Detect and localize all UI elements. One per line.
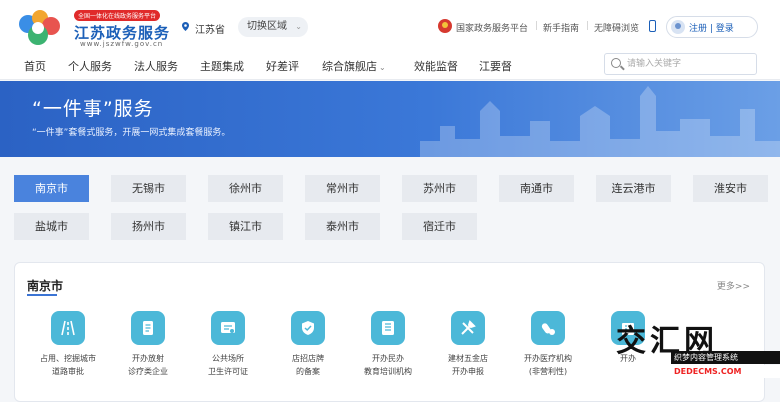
location-pin-icon — [182, 22, 189, 31]
search-box[interactable] — [604, 53, 757, 75]
mobile-icon[interactable] — [649, 20, 656, 32]
service-item-medical-institution[interactable]: 开办医疗机构 (非营利性) — [513, 352, 583, 378]
nav-legal-service[interactable]: 法人服务 — [134, 58, 178, 74]
watermark-strip: 织梦内容管理系统 — [671, 351, 780, 364]
switch-region-button[interactable]: 切换区域 ⌄ — [238, 17, 308, 37]
service-item-education[interactable]: 开办民办 教育培训机构 — [353, 352, 423, 378]
logo-url: www.jszwfw.gov.cn — [80, 40, 164, 48]
service-label-line1: 建材五金店 — [448, 354, 488, 363]
service-label-line2: 的备案 — [296, 367, 320, 376]
service-item-hygiene-permit[interactable]: 公共场所 卫生许可证 — [193, 352, 263, 378]
city-tab-yangzhou[interactable]: 扬州市 — [111, 213, 186, 240]
top-header: 全国一体化在线政务服务平台 江苏政务服务 www.jszwfw.gov.cn 江… — [0, 0, 780, 52]
service-label-line1: 公共场所 — [212, 354, 244, 363]
service-label-line1: 开办医疗机构 — [524, 354, 572, 363]
service-item-hardware-store[interactable]: 建材五金店 开办申报 — [433, 352, 503, 378]
user-avatar-icon — [671, 20, 685, 34]
service-label-line1: 开办放射 — [132, 354, 164, 363]
nav-flagship-store[interactable]: 综合旗舰店 ⌄ — [322, 58, 386, 74]
city-tab-changzhou[interactable]: 常州市 — [305, 175, 380, 202]
service-item-signboard[interactable]: 店招店牌 的备案 — [273, 352, 343, 378]
city-tab-xuzhou[interactable]: 徐州市 — [208, 175, 283, 202]
city-tab-wuxi[interactable]: 无锡市 — [111, 175, 186, 202]
divider: | — [535, 21, 539, 31]
service-label-line2: 诊疗类企业 — [128, 367, 168, 376]
city-tab-lianyungang[interactable]: 连云港市 — [596, 175, 671, 202]
services-panel-title: 南京市 — [27, 279, 64, 293]
service-label-line2: 开办申报 — [452, 367, 484, 376]
service-label-line2: 卫生许可证 — [208, 367, 248, 376]
banner-subtitle: “一件事”套餐式服务，开展一网式集成套餐服务。 — [32, 128, 231, 138]
title-underline — [27, 294, 57, 296]
watermark-url: DEDECMS.COM — [671, 365, 780, 378]
city-tab-yancheng[interactable]: 盐城市 — [14, 213, 89, 240]
beginner-guide-link[interactable]: 新手指南 — [543, 21, 579, 34]
nav-flagship-store-label: 综合旗舰店 — [322, 60, 377, 73]
nav-efficiency-supervision[interactable]: 效能监督 — [414, 58, 458, 74]
city-tab-suzhou[interactable]: 苏州市 — [402, 175, 477, 202]
service-label-line1: 占用、挖掘城市 — [40, 354, 96, 363]
medicine-icon[interactable] — [531, 311, 565, 345]
national-platform-link[interactable]: 国家政务服务平台 — [456, 21, 528, 34]
accessibility-link[interactable]: 无障碍浏览 — [594, 21, 639, 34]
nav-theme-integration[interactable]: 主题集成 — [200, 58, 244, 74]
more-link[interactable]: 更多>> — [717, 279, 750, 292]
service-label-line2: 道路审批 — [52, 367, 84, 376]
book-icon[interactable] — [371, 311, 405, 345]
chevron-down-icon: ⌄ — [295, 22, 302, 31]
nav-evaluation[interactable]: 好差评 — [266, 58, 299, 74]
city-tab-nanjing[interactable]: 南京市 — [14, 175, 89, 202]
switch-region-label: 切换区域 — [247, 21, 287, 32]
road-icon[interactable] — [51, 311, 85, 345]
tools-icon[interactable] — [451, 311, 485, 345]
hero-banner: “一件事”服务 “一件事”套餐式服务，开展一网式集成套餐服务。 — [0, 81, 780, 157]
service-label-line2: (非营利性) — [528, 367, 568, 376]
nav-personal-service[interactable]: 个人服务 — [68, 58, 112, 74]
city-tab-suqian[interactable]: 宿迁市 — [402, 213, 477, 240]
service-label-line1: 店招店牌 — [292, 354, 324, 363]
document-icon[interactable] — [131, 311, 165, 345]
current-location: 江苏省 — [195, 25, 225, 36]
skyline-decoration-icon — [420, 86, 780, 157]
search-input[interactable] — [627, 56, 751, 72]
nav-home[interactable]: 首页 — [24, 58, 46, 74]
divider: | — [586, 21, 590, 31]
service-item-road[interactable]: 占用、挖掘城市 道路审批 — [33, 352, 103, 378]
logo-badge: 全国一体化在线政务服务平台 — [74, 10, 161, 21]
chevron-down-icon: ⌄ — [379, 63, 386, 72]
service-item-radiology[interactable]: 开办放射 诊疗类企业 — [113, 352, 183, 378]
search-icon[interactable] — [611, 58, 621, 68]
city-tab-taizhou[interactable]: 泰州市 — [305, 213, 380, 240]
shield-icon[interactable] — [291, 311, 325, 345]
service-label-line2: 教育培训机构 — [364, 367, 412, 376]
certificate-icon[interactable] — [211, 311, 245, 345]
national-emblem-icon — [438, 19, 452, 33]
service-label-line1: 开办民办 — [372, 354, 404, 363]
banner-title: “一件事”服务 — [32, 98, 154, 120]
city-tab-nantong[interactable]: 南通市 — [499, 175, 574, 202]
logo-icon[interactable] — [14, 8, 66, 48]
login-register-button[interactable]: 注册 | 登录 — [666, 16, 758, 38]
login-register-label: 注册 | 登录 — [689, 24, 734, 34]
nav-jiangyaodu[interactable]: 江要督 — [479, 58, 512, 74]
city-tab-zhenjiang[interactable]: 镇江市 — [208, 213, 283, 240]
city-tab-huaian[interactable]: 淮安市 — [693, 175, 768, 202]
